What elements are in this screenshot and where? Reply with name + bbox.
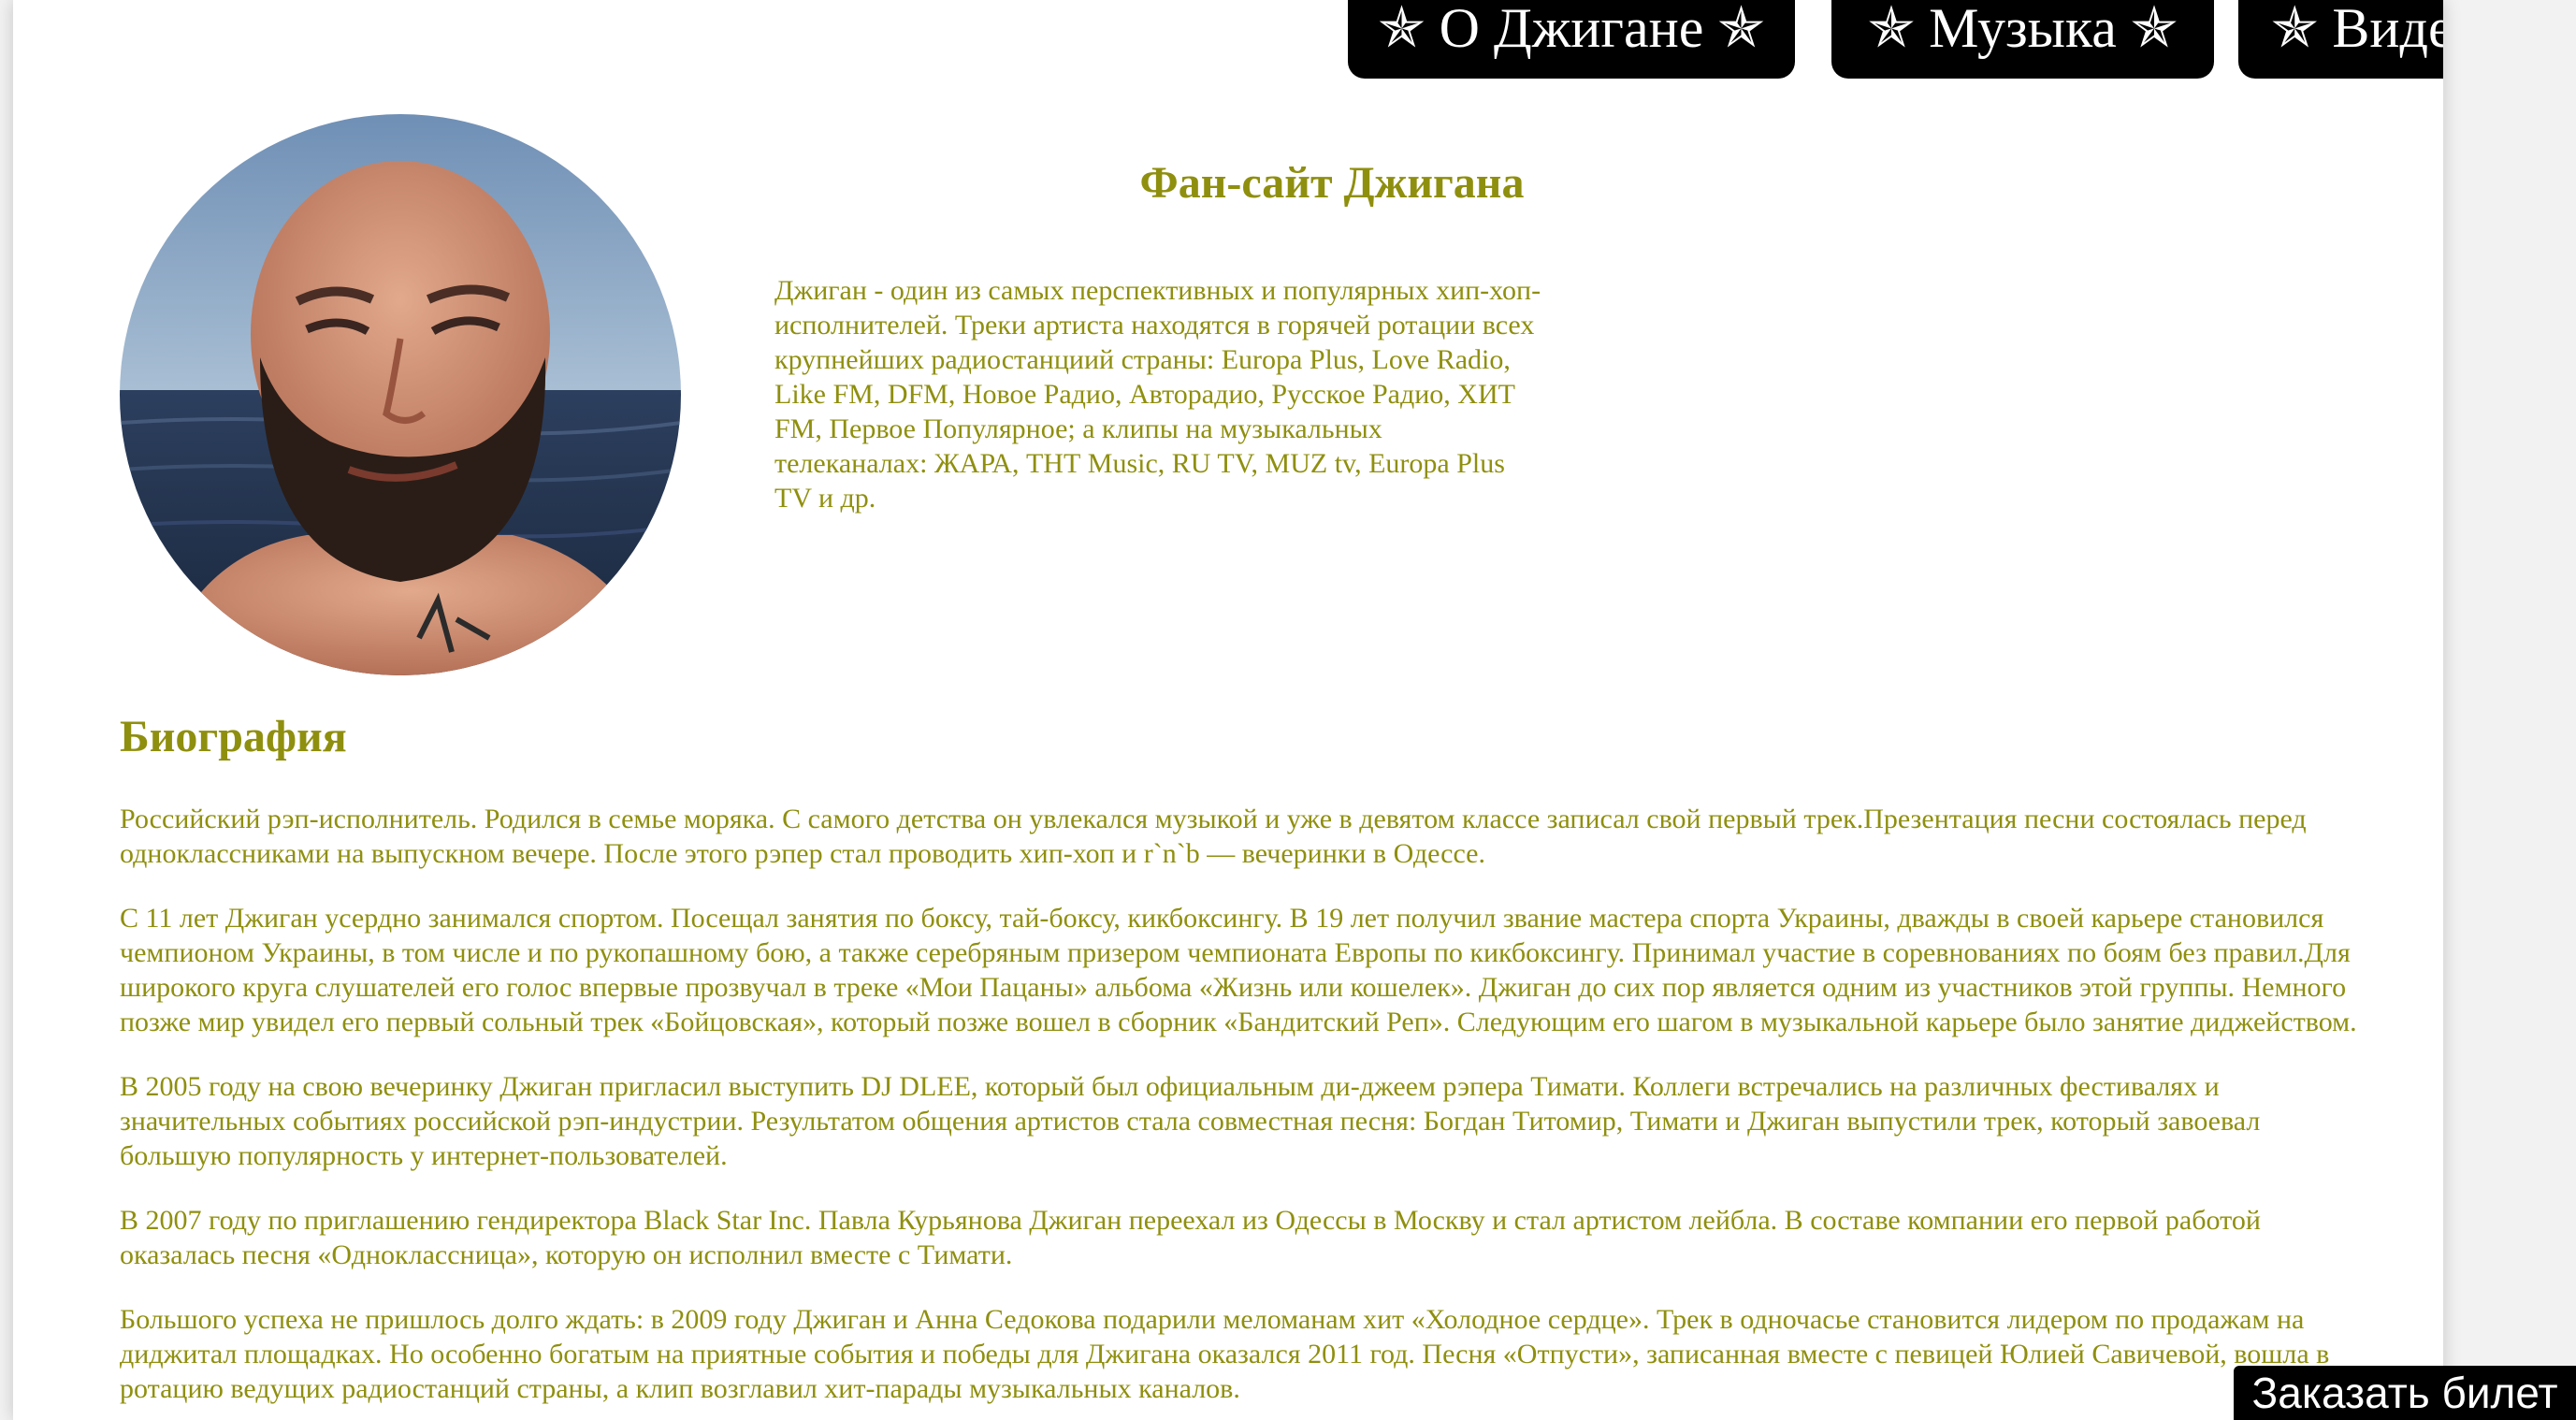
biography-paragraph: В 2007 году по приглашению гендиректора …	[120, 1205, 2261, 1270]
artist-photo	[120, 114, 681, 675]
nav-button-video[interactable]: ✯ Видео ✯	[2238, 0, 2443, 79]
biography-paragraph: Большого успеха не пришлось долго ждать:…	[120, 1304, 2330, 1404]
biography-paragraph: С 11 лет Джиган усердно занимался спорто…	[120, 903, 2357, 1037]
intro-text: Джиган - один из самых перспективных и п…	[774, 275, 1541, 514]
nav-button-music[interactable]: ✯ Музыка ✯	[1831, 0, 2214, 79]
site-title: Фан-сайт Джигана	[1139, 158, 1525, 208]
biography-heading: Биография	[120, 712, 347, 761]
biography-paragraph: Российский рэп-исполнитель. Родился в се…	[120, 804, 2307, 869]
page: ✯ О Джигане ✯ ✯ Музыка ✯ ✯ Видео ✯	[13, 0, 2443, 1420]
biography-paragraph: В 2005 году на свою вечеринку Джиган при…	[120, 1071, 2261, 1171]
biography-text: Российский рэп-исполнитель. Родился в се…	[120, 802, 2374, 1420]
top-navigation: ✯ О Джигане ✯ ✯ Музыка ✯ ✯ Видео ✯	[13, 0, 2443, 84]
order-ticket-button[interactable]: Заказать билет	[2234, 1366, 2576, 1420]
nav-button-about[interactable]: ✯ О Джигане ✯	[1348, 0, 1795, 79]
